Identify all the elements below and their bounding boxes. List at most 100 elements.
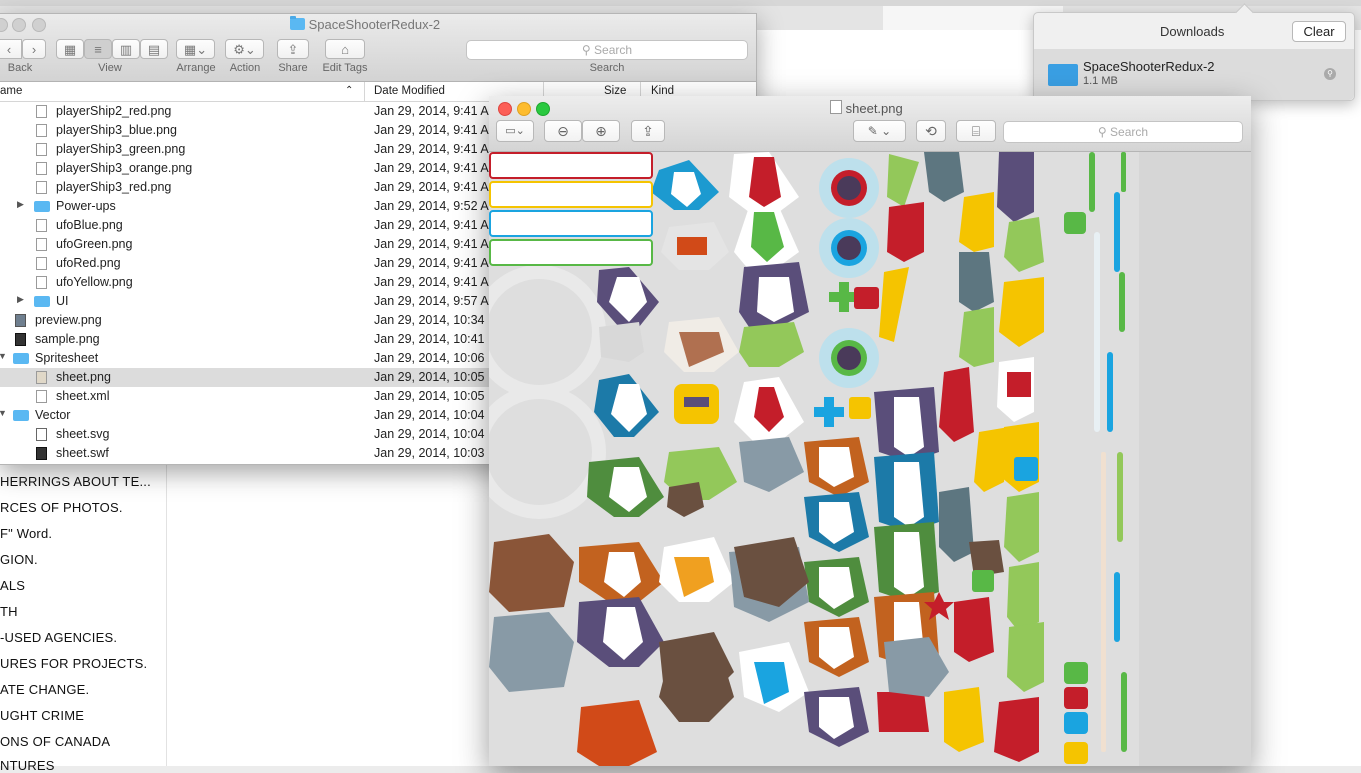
search-placeholder: Search: [594, 43, 633, 57]
search-label: Search: [589, 62, 625, 74]
sidebar-link[interactable]: ALS: [0, 578, 25, 593]
image-file-icon: [15, 333, 26, 346]
file-date: Jan 29, 2014, 10:05: [374, 389, 485, 403]
file-name: sample.png: [35, 332, 100, 346]
sidebar-link[interactable]: URES FOR PROJECTS.: [0, 656, 147, 671]
file-date: Jan 29, 2014, 10:41: [374, 332, 485, 346]
clear-button[interactable]: Clear: [1292, 21, 1346, 42]
grid-icon: ▦: [63, 42, 77, 57]
file-date: Jan 29, 2014, 10:06: [374, 351, 485, 365]
file-name: ufoYellow.png: [56, 275, 133, 289]
folder-icon: [34, 201, 50, 212]
folder-name: Vector: [35, 408, 71, 422]
rotate-button[interactable]: ⟲: [916, 120, 946, 142]
folder-icon: [13, 410, 29, 421]
file-name: playerShip3_blue.png: [56, 123, 177, 137]
arrange-label: Arrange: [176, 62, 216, 74]
share-button[interactable]: ⇪: [277, 39, 309, 59]
search-placeholder: Search: [1110, 125, 1149, 139]
back-button[interactable]: ‹: [0, 39, 22, 59]
action-label: Action: [229, 62, 261, 74]
markup-button[interactable]: ✎ ⌄: [853, 120, 906, 142]
folder-icon: [13, 353, 29, 364]
sidebar-link[interactable]: F" Word.: [0, 526, 52, 541]
tag-icon: ⌂: [341, 42, 349, 57]
sidebar-toggle-button[interactable]: ▭⌄: [496, 120, 534, 142]
download-item-name: SpaceShooterRedux-2: [1083, 59, 1215, 74]
zoom-out-button[interactable]: ⊖: [544, 120, 582, 142]
zoom-button[interactable]: [536, 102, 550, 116]
zoom-button[interactable]: [32, 18, 46, 32]
columns-icon: ▥: [119, 42, 133, 57]
share-label: Share: [278, 62, 308, 74]
disclosure-triangle-icon[interactable]: ▶: [17, 199, 24, 210]
preview-search-field[interactable]: ⚲ Search: [1003, 121, 1243, 143]
folder-icon: [34, 296, 50, 307]
file-name: ufoGreen.png: [56, 237, 133, 251]
downloads-header: Downloads Clear: [1034, 13, 1354, 49]
file-date: Jan 29, 2014, 10:04: [374, 427, 485, 441]
pen-icon: ✎ ⌄: [867, 124, 892, 138]
label-box-green: [489, 239, 653, 266]
edit-tags-button[interactable]: ⌂: [325, 39, 365, 59]
png-file-icon: [36, 219, 47, 232]
coverflow-view-button[interactable]: ▤: [140, 39, 168, 59]
folder-name: UI: [56, 294, 69, 308]
column-name[interactable]: ame: [0, 85, 22, 97]
svg-file-icon: [36, 428, 47, 441]
file-date: Jan 29, 2014, 9:41 A: [374, 237, 489, 251]
minimize-button[interactable]: [12, 18, 26, 32]
sidebar-link[interactable]: ATE CHANGE.: [0, 682, 89, 697]
file-name: ufoRed.png: [56, 256, 121, 270]
sidebar-link[interactable]: ONS OF CANADA: [0, 734, 110, 749]
column-divider: [364, 82, 365, 101]
file-name: playerShip2_red.png: [56, 104, 172, 118]
file-date: Jan 29, 2014, 10:04: [374, 408, 485, 422]
sidebar-link[interactable]: HERRINGS ABOUT TE...: [0, 474, 151, 489]
png-file-icon: [36, 181, 47, 194]
reveal-magnifier-icon[interactable]: ⚲: [1324, 68, 1336, 80]
zoom-in-icon: ⊕: [595, 123, 607, 139]
close-button[interactable]: [498, 102, 512, 116]
download-item[interactable]: SpaceShooterRedux-2 1.1 MB ⚲: [1034, 49, 1354, 100]
file-name: sheet.xml: [56, 389, 110, 403]
zoom-in-button[interactable]: ⊕: [582, 120, 620, 142]
window-title-text: SpaceShooterRedux-2: [308, 17, 441, 32]
icon-view-button[interactable]: ▦: [56, 39, 84, 59]
arrange-button[interactable]: ▦⌄: [176, 39, 215, 59]
list-view-button[interactable]: ≡: [84, 39, 112, 59]
toolbox-button[interactable]: ⌸: [956, 120, 996, 142]
spritesheet-image: [489, 152, 1139, 766]
file-name: sheet.png: [56, 370, 111, 384]
sidebar-link[interactable]: TH: [0, 604, 18, 619]
disclosure-triangle-expanded-icon[interactable]: ▼: [0, 351, 7, 361]
finder-search-field[interactable]: ⚲ Search: [466, 40, 748, 60]
file-date: Jan 29, 2014, 10:34: [374, 313, 485, 327]
sidebar-link[interactable]: RCES OF PHOTOS.: [0, 500, 123, 515]
sidebar-link[interactable]: UGHT CRIME: [0, 708, 84, 723]
forward-button[interactable]: ›: [22, 39, 46, 59]
image-canvas[interactable]: [489, 152, 1251, 766]
column-view-button[interactable]: ▥: [112, 39, 140, 59]
close-button[interactable]: [0, 18, 8, 32]
minimize-button[interactable]: [517, 102, 531, 116]
sidebar-link[interactable]: GION.: [0, 552, 38, 567]
label-box-blue: [489, 210, 653, 237]
disclosure-triangle-icon[interactable]: ▶: [17, 294, 24, 305]
folder-icon: [1048, 64, 1078, 86]
action-button[interactable]: ⚙⌄: [225, 39, 264, 59]
downloads-title: Downloads: [1160, 24, 1225, 39]
file-date: Jan 29, 2014, 9:41 A: [374, 161, 489, 175]
search-icon: ⚲: [1097, 125, 1107, 139]
column-date-modified[interactable]: Date Modified: [374, 85, 445, 97]
arrange-icon: ▦⌄: [183, 42, 208, 57]
share-button[interactable]: ⇪: [631, 120, 665, 142]
disclosure-triangle-expanded-icon[interactable]: ▼: [0, 408, 7, 418]
file-date: Jan 29, 2014, 9:41 A: [374, 104, 489, 118]
sidebar-link[interactable]: -USED AGENCIES.: [0, 630, 117, 645]
file-name: playerShip3_green.png: [56, 142, 186, 156]
png-file-icon: [36, 371, 47, 384]
file-name: ufoBlue.png: [56, 218, 123, 232]
png-file-icon: [36, 257, 47, 270]
file-name: playerShip3_orange.png: [56, 161, 193, 175]
